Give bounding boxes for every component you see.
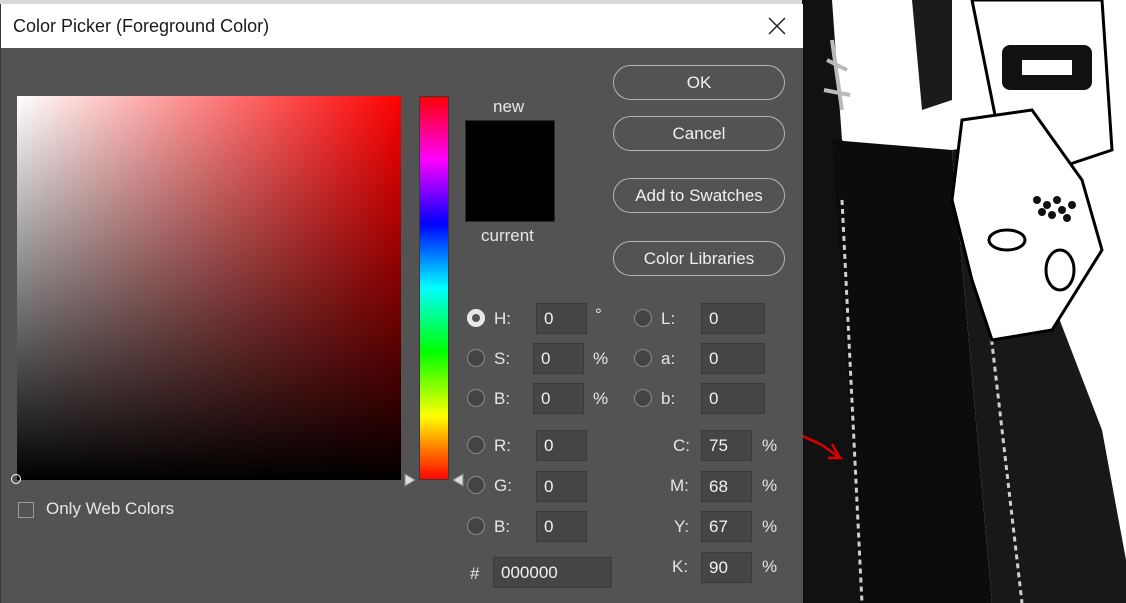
color-swatch-comparison [465,120,555,222]
hue-slider-right-arrow-icon[interactable] [452,473,464,487]
saturation-radio[interactable] [467,349,485,367]
current-color-swatch[interactable] [466,172,554,221]
color-field-marker[interactable] [11,474,21,484]
saturation-input[interactable]: 0 [533,343,584,374]
blue-label: B: [494,517,511,536]
hue-label: H: [494,309,511,328]
green-radio[interactable] [467,476,485,494]
hex-input[interactable]: 000000 [493,557,612,588]
black-label: K: [672,557,689,576]
cancel-button[interactable]: Cancel [613,116,785,151]
cyan-input[interactable]: 75 [701,430,752,461]
ok-button[interactable]: OK [613,65,785,100]
close-button[interactable] [757,10,797,42]
green-label: G: [494,476,512,495]
cyan-label: C: [673,436,690,455]
close-icon [768,17,786,35]
lab-a-radio[interactable] [634,349,652,367]
hue-slider-left-arrow-icon[interactable] [404,473,416,487]
color-libraries-button[interactable]: Color Libraries [613,241,785,276]
background-artwork [802,0,1126,603]
brightness-label: B: [494,389,511,408]
red-radio[interactable] [467,436,485,454]
lab-b-input[interactable]: 0 [701,383,765,414]
only-web-colors-checkbox[interactable] [18,502,34,518]
red-input[interactable]: 0 [536,430,587,461]
yellow-unit: % [762,517,778,536]
current-color-label: current [481,226,534,245]
add-to-swatches-button[interactable]: Add to Swatches [613,178,785,213]
magenta-label: M: [670,476,689,495]
hue-radio[interactable] [467,309,485,327]
lightness-radio[interactable] [634,309,652,327]
saturation-brightness-field[interactable] [11,96,401,484]
lab-a-input[interactable]: 0 [701,343,765,374]
title-bar: Color Picker (Foreground Color) [1,4,803,48]
blue-input[interactable]: 0 [536,511,587,542]
hue-input[interactable]: 0 [536,303,587,334]
saturation-unit: % [593,349,609,368]
black-input[interactable]: 90 [701,552,752,583]
saturation-label: S: [494,349,511,368]
red-label: R: [494,436,511,455]
new-color-swatch [466,121,554,172]
degree-unit: ° [595,305,602,324]
brightness-input[interactable]: 0 [533,383,584,414]
lightness-label: L: [661,309,676,328]
hex-label: # [470,564,480,583]
blue-radio[interactable] [467,517,485,535]
magenta-input[interactable]: 68 [701,471,752,502]
hue-slider[interactable] [419,96,449,480]
green-input[interactable]: 0 [536,471,587,502]
yellow-input[interactable]: 67 [701,511,752,542]
new-color-label: new [493,97,525,116]
black-unit: % [762,557,778,576]
color-picker-dialog: Color Picker (Foreground Color) new curr… [0,4,803,603]
lab-b-label: b: [661,389,676,408]
brightness-unit: % [593,389,609,408]
only-web-colors-label: Only Web Colors [46,499,175,518]
lab-b-radio[interactable] [634,389,652,407]
lightness-input[interactable]: 0 [701,303,765,334]
yellow-label: Y: [674,517,690,536]
cyan-unit: % [762,436,778,455]
magenta-unit: % [762,476,778,495]
dialog-title: Color Picker (Foreground Color) [13,16,270,36]
brightness-radio[interactable] [467,389,485,407]
lab-a-label: a: [661,349,676,368]
